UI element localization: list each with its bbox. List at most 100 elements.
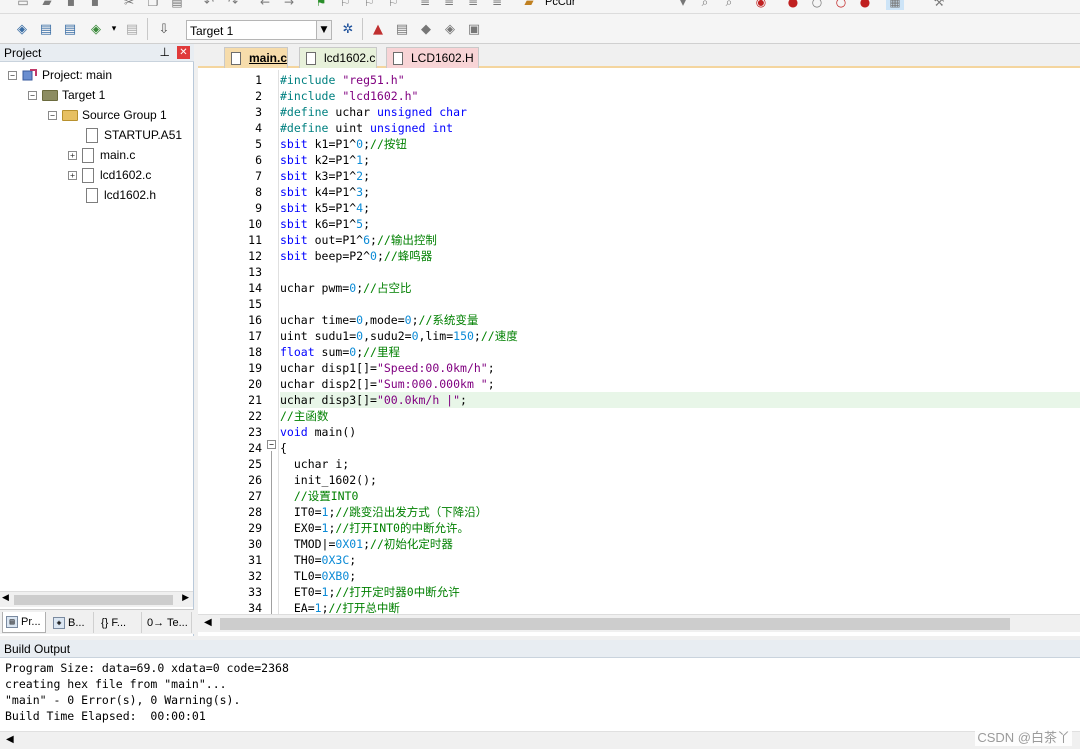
pack-installer-icon[interactable]: ▣: [464, 19, 484, 39]
code-line[interactable]: sbit k1=P1^0;//按钮: [280, 136, 407, 152]
download-icon[interactable]: ⇩: [154, 19, 174, 39]
rebuild-icon[interactable]: ▤: [60, 19, 80, 39]
cut-icon[interactable]: ✂: [120, 0, 138, 10]
find-icon[interactable]: ⌕: [696, 0, 714, 10]
new-file-icon[interactable]: ▭: [14, 0, 32, 10]
file-extensions-icon[interactable]: ▤: [392, 19, 412, 39]
tab-templates[interactable]: 0→ Te...: [144, 612, 192, 633]
expand-icon[interactable]: +: [68, 170, 77, 180]
batch-build-icon[interactable]: ◈: [86, 19, 106, 39]
code-line[interactable]: TH0=0X3C;: [280, 552, 356, 568]
breakpoint-disable-icon[interactable]: ○: [808, 0, 826, 10]
nav-back-icon[interactable]: ←: [256, 0, 274, 10]
tab-books[interactable]: ◈ B...: [50, 612, 94, 633]
window-layout-icon[interactable]: ▦: [886, 0, 904, 10]
project-horizontal-scrollbar[interactable]: ◀ ▶: [0, 591, 193, 607]
editor-horizontal-scrollbar[interactable]: ◀: [198, 614, 1080, 632]
copy-icon[interactable]: ❐: [144, 0, 162, 10]
bookmark-icon[interactable]: ⚑: [312, 0, 330, 10]
code-line[interactable]: uchar disp2[]="Sum:000.000km ";: [280, 376, 495, 392]
save-icon[interactable]: ▪: [62, 0, 80, 10]
unindent-icon[interactable]: ≡: [440, 0, 458, 10]
code-line[interactable]: sbit k3=P1^2;: [280, 168, 370, 184]
configure-icon[interactable]: ⚒: [930, 0, 948, 10]
comment-icon[interactable]: ≡: [464, 0, 482, 10]
code-line[interactable]: init_1602();: [280, 472, 377, 488]
chevron-down-icon[interactable]: ▼: [316, 21, 331, 39]
scroll-left-icon[interactable]: ◀: [204, 617, 212, 628]
paste-icon[interactable]: ▤: [168, 0, 186, 10]
find-combo-value[interactable]: PcCur: [545, 0, 576, 8]
bookmark-prev-icon[interactable]: ⚐: [336, 0, 354, 10]
nav-forward-icon[interactable]: →: [280, 0, 298, 10]
tab-main-c[interactable]: main.c: [224, 47, 288, 68]
code-line[interactable]: TMOD|=0X01;//初始化定时器: [280, 536, 453, 552]
code-line[interactable]: sbit k2=P1^1;: [280, 152, 370, 168]
tree-item-project[interactable]: − Project: main: [8, 66, 112, 84]
code-line[interactable]: IT0=1;//跳变沿出发方式（下降沿）: [280, 504, 487, 520]
code-line[interactable]: ET0=1;//打开定时器0中断允许: [280, 584, 460, 600]
tab-lcd1602-c[interactable]: lcd1602.c: [299, 47, 377, 68]
pin-icon[interactable]: ⊥: [160, 45, 170, 59]
code-line[interactable]: #include "lcd1602.h": [280, 88, 418, 104]
scrollbar-thumb[interactable]: [220, 618, 1010, 630]
code-line[interactable]: sbit k5=P1^4;: [280, 200, 370, 216]
translate-icon[interactable]: ◈: [12, 19, 32, 39]
bookmark-next-icon[interactable]: ⚐: [360, 0, 378, 10]
breakpoint-disable-all-icon[interactable]: ○: [832, 0, 850, 10]
tab-project[interactable]: ▤ Pr...: [2, 612, 46, 633]
scroll-right-icon[interactable]: ▶: [182, 593, 189, 603]
code-line[interactable]: EA=1;//打开总中断: [280, 600, 400, 614]
collapse-icon[interactable]: −: [28, 90, 37, 100]
bookmark-clear-icon[interactable]: ⚐: [384, 0, 402, 10]
save-all-icon[interactable]: ▪: [86, 0, 104, 10]
code-line[interactable]: TL0=0XB0;: [280, 568, 356, 584]
tab-functions[interactable]: {} F...: [98, 612, 142, 633]
run-time-environment-icon[interactable]: ◆: [416, 19, 436, 39]
uncomment-icon[interactable]: ≡: [488, 0, 506, 10]
redo-icon[interactable]: ↷: [224, 0, 242, 10]
open-file-icon[interactable]: ▰: [38, 0, 56, 10]
tree-item-file[interactable]: STARTUP.A51: [86, 126, 182, 144]
code-line[interactable]: {: [280, 440, 287, 456]
tree-item-target[interactable]: − Target 1: [28, 86, 105, 104]
code-line[interactable]: void main(): [280, 424, 356, 440]
code-line[interactable]: uchar disp3[]="00.0km/h |";: [280, 392, 467, 408]
find-in-files-icon[interactable]: ▰: [520, 0, 538, 10]
code-line[interactable]: uchar time=0,mode=0;//系统变量: [280, 312, 478, 328]
tree-item-source-group[interactable]: − Source Group 1: [48, 106, 167, 124]
code-line[interactable]: sbit out=P1^6;//输出控制: [280, 232, 437, 248]
breakpoint-kill-all-icon[interactable]: ●: [856, 0, 874, 10]
code-line[interactable]: sbit k6=P1^5;: [280, 216, 370, 232]
tree-item-file[interactable]: + main.c: [68, 146, 135, 164]
select-software-packs-icon[interactable]: ◈: [440, 19, 460, 39]
target-select[interactable]: Target 1 ▼: [186, 20, 332, 40]
code-line[interactable]: uchar disp1[]="Speed:00.0km/h";: [280, 360, 495, 376]
debug-session-icon[interactable]: ◉: [752, 0, 770, 10]
code-line[interactable]: uchar pwm=0;//占空比: [280, 280, 411, 296]
scroll-left-icon[interactable]: ◀: [2, 593, 9, 603]
breakpoint-icon[interactable]: ●: [784, 0, 802, 10]
expand-icon[interactable]: +: [68, 150, 77, 160]
tree-item-file[interactable]: lcd1602.h: [86, 186, 156, 204]
scrollbar-thumb[interactable]: [14, 595, 173, 605]
code-line[interactable]: //设置INT0: [280, 488, 359, 504]
batch-build-dropdown-icon[interactable]: ▾: [104, 19, 124, 39]
code-line[interactable]: #include "reg51.h": [280, 72, 405, 88]
tab-lcd1602-h[interactable]: LCD1602.H: [386, 47, 479, 68]
stop-build-icon[interactable]: ▤: [122, 19, 142, 39]
code-line[interactable]: sbit beep=P2^0;//蜂鸣器: [280, 248, 432, 264]
tree-item-file[interactable]: + lcd1602.c: [68, 166, 151, 184]
scroll-left-icon[interactable]: ◀: [6, 734, 14, 745]
code-line[interactable]: #define uchar unsigned char: [280, 104, 467, 120]
fold-collapse-icon[interactable]: −: [267, 440, 276, 449]
code-text-area[interactable]: #include "reg51.h" #include "lcd1602.h" #d…: [280, 70, 1080, 614]
collapse-icon[interactable]: −: [8, 70, 17, 80]
find-dropdown-icon[interactable]: ▾: [674, 0, 692, 10]
incremental-find-icon[interactable]: ⌕: [720, 0, 738, 10]
target-options-icon[interactable]: ✲: [338, 19, 358, 39]
code-line[interactable]: EX0=1;//打开INT0的中断允许。: [280, 520, 469, 536]
code-line[interactable]: uint sudu1=0,sudu2=0,lim=150;//速度: [280, 328, 518, 344]
code-line[interactable]: //主函数: [280, 408, 328, 424]
code-line[interactable]: #define uint unsigned int: [280, 120, 453, 136]
